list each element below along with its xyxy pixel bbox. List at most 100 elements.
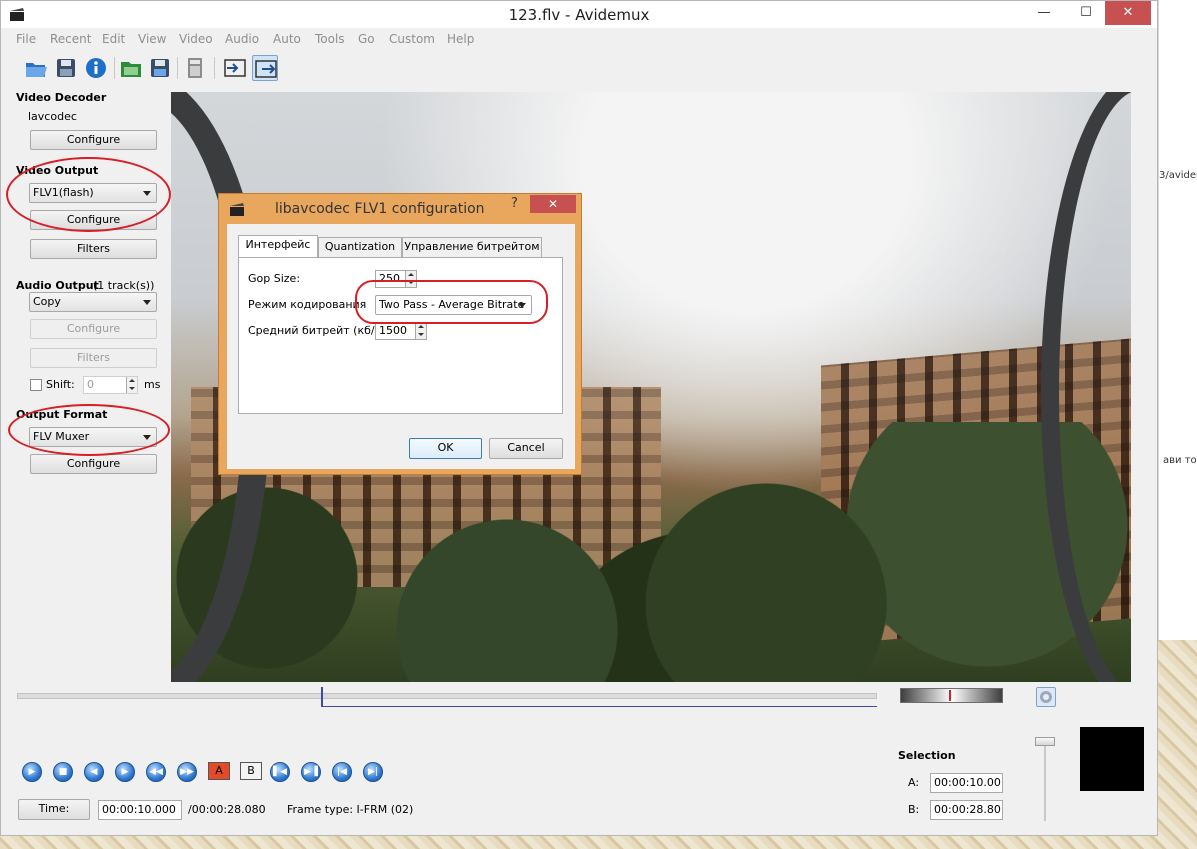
annotation-circle-encoding-mode: [355, 280, 548, 324]
decoder-name: lavcodec: [28, 110, 77, 123]
time-button[interactable]: Time:: [18, 799, 90, 820]
output-format-configure-button[interactable]: Configure: [30, 454, 157, 474]
annotation-circle-video-output: [6, 157, 171, 232]
open-icon[interactable]: [23, 55, 49, 81]
selection-label: Selection: [898, 749, 956, 762]
cancel-button[interactable]: Cancel: [489, 438, 563, 459]
goto-marker-b-icon[interactable]: ▶▐: [301, 762, 321, 782]
minimize-button[interactable]: —: [1021, 1, 1067, 25]
set-marker-a-button[interactable]: A: [208, 762, 230, 780]
mini-preview: [1080, 727, 1144, 791]
next-frame-icon[interactable]: ▶: [115, 762, 135, 782]
audio-output-label: Audio Output: [16, 279, 99, 292]
toolbar-separator: [214, 57, 215, 79]
menu-custom[interactable]: Custom: [389, 32, 435, 46]
annotation-circle-output-format: [8, 404, 170, 456]
selection-b-label: B:: [908, 803, 920, 816]
window-title: 123.flv - Avidemux: [508, 6, 650, 24]
volume-icon[interactable]: [1036, 687, 1056, 707]
audio-output-value: Copy: [33, 295, 61, 308]
previous-keyframe-icon[interactable]: ◀◀: [146, 762, 166, 782]
maximize-button[interactable]: ☐: [1063, 1, 1109, 25]
current-time-field[interactable]: 00:00:10.000: [98, 800, 182, 820]
toolbar-separator: [114, 57, 115, 79]
shift-spinbox[interactable]: 0: [83, 376, 138, 394]
spin-up-icon[interactable]: [126, 377, 137, 385]
menu-bar: File Recent Edit View Video Audio Auto T…: [1, 29, 1157, 49]
tab-interface[interactable]: Интерфейс: [238, 235, 318, 258]
audio-output-select[interactable]: Copy: [29, 292, 157, 312]
strip-text-2: ави то: [1163, 455, 1197, 466]
dialog-body: Интерфейс Quantization Управление битрей…: [227, 224, 575, 469]
menu-tools[interactable]: Tools: [315, 32, 345, 46]
goto-marker-a-icon[interactable]: ▌◀: [270, 762, 290, 782]
volume-slider-track[interactable]: [1044, 741, 1046, 821]
goto-start-icon[interactable]: |◀: [332, 762, 352, 782]
audio-filters-button[interactable]: Filters: [30, 348, 157, 368]
menu-audio[interactable]: Audio: [225, 32, 259, 46]
average-bitrate-spinbox[interactable]: 1500: [375, 322, 427, 340]
play-icon[interactable]: ▶: [22, 762, 42, 782]
set-marker-b-button[interactable]: B: [240, 762, 262, 780]
flv1-configuration-dialog: libavcodec FLV1 configuration ? ✕ Интерф…: [218, 193, 582, 475]
jog-shuttle[interactable]: [900, 688, 1003, 703]
chevron-down-icon: [143, 300, 151, 305]
stop-icon[interactable]: ■: [53, 762, 73, 782]
spin-up-icon[interactable]: [415, 323, 426, 331]
menu-auto[interactable]: Auto: [273, 32, 301, 46]
shift-label: Shift:: [46, 378, 75, 391]
audio-track-count: (1 track(s)): [93, 279, 155, 292]
background-browser-strip: 3/avider ави то: [1158, 0, 1197, 640]
encoding-mode-label: Режим кодирования: [248, 298, 367, 311]
dialog-title: libavcodec FLV1 configuration: [275, 201, 485, 217]
frame-type: Frame type: I-FRM (02): [287, 803, 414, 816]
spin-up-icon[interactable]: [405, 271, 416, 279]
selection-a-field[interactable]: 00:00:10.00: [930, 773, 1003, 793]
menu-help[interactable]: Help: [447, 32, 474, 46]
shift-unit: ms: [144, 378, 161, 391]
average-bitrate-label: Средний битрейт (кб/с): [248, 324, 385, 337]
menu-view[interactable]: View: [138, 32, 166, 46]
input-mode-icon[interactable]: [222, 55, 248, 81]
clapperboard-icon: [230, 203, 244, 216]
audio-configure-button[interactable]: Configure: [30, 319, 157, 339]
spin-down-icon[interactable]: [126, 385, 137, 393]
menu-file[interactable]: File: [16, 32, 36, 46]
gop-size-label: Gop Size:: [248, 272, 301, 285]
spin-down-icon[interactable]: [415, 331, 426, 339]
toolbar: [1, 51, 1157, 85]
total-duration: /00:00:28.080: [188, 803, 266, 816]
average-bitrate-value: 1500: [379, 324, 407, 337]
title-bar[interactable]: 123.flv - Avidemux — ☐ ✕: [1, 1, 1157, 28]
output-mode-icon[interactable]: [252, 55, 278, 81]
toolbar-separator: [177, 57, 178, 79]
save-video-icon[interactable]: [147, 55, 173, 81]
menu-go[interactable]: Go: [358, 32, 375, 46]
shift-checkbox[interactable]: [30, 379, 42, 391]
decoder-configure-button[interactable]: Configure: [30, 130, 157, 150]
close-button[interactable]: ✕: [1105, 1, 1151, 25]
previous-frame-icon[interactable]: ◀: [84, 762, 104, 782]
calculator-icon[interactable]: [182, 55, 208, 81]
selection-b-field[interactable]: 00:00:28.80: [930, 800, 1003, 820]
avidemux-window: 123.flv - Avidemux — ☐ ✕ File Recent Edi…: [0, 0, 1158, 836]
volume-slider-handle[interactable]: [1035, 737, 1055, 746]
seek-position-marker[interactable]: [321, 687, 877, 707]
jog-center-mark: [949, 690, 951, 701]
menu-edit[interactable]: Edit: [102, 32, 125, 46]
tab-bitrate-control[interactable]: Управление битрейтом: [402, 237, 542, 257]
dialog-close-button[interactable]: ✕: [530, 195, 576, 213]
video-decoder-label: Video Decoder: [16, 91, 107, 104]
menu-recent[interactable]: Recent: [50, 32, 91, 46]
menu-video[interactable]: Video: [179, 32, 213, 46]
ok-button[interactable]: OK: [409, 438, 482, 459]
video-filters-button[interactable]: Filters: [30, 239, 157, 259]
tab-quantization[interactable]: Quantization: [318, 237, 402, 257]
open-folder-icon[interactable]: [118, 55, 144, 81]
info-icon[interactable]: [83, 55, 109, 81]
shift-value: 0: [87, 378, 94, 391]
save-icon[interactable]: [53, 55, 79, 81]
help-button[interactable]: ?: [511, 196, 518, 211]
next-keyframe-icon[interactable]: ▶▶: [177, 762, 197, 782]
goto-end-icon[interactable]: ▶|: [363, 762, 383, 782]
